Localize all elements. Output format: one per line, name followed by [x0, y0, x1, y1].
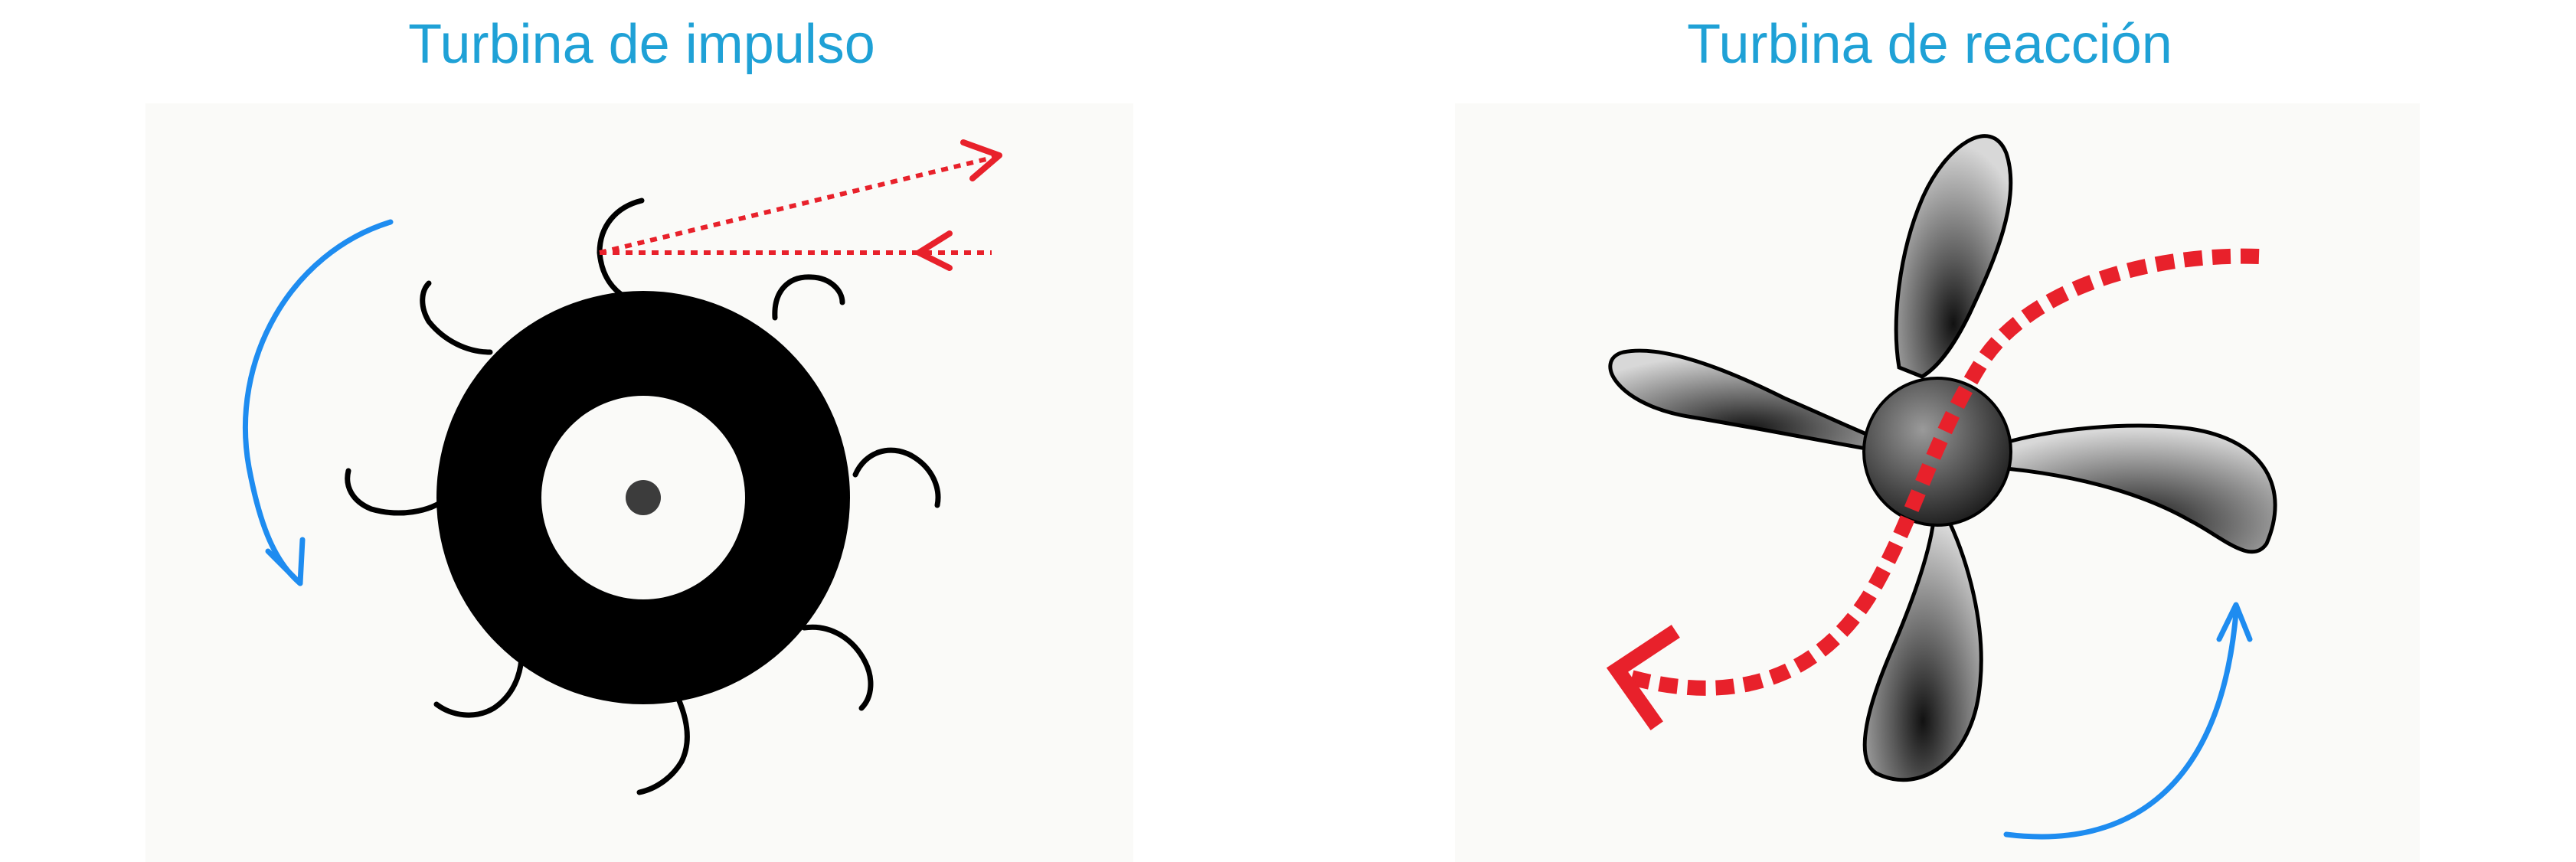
impulse-wheel-axle: [626, 480, 661, 515]
blade-bottom: [1862, 510, 1983, 782]
reaction-turbine-icon: [1606, 134, 2277, 840]
bucket-3: [852, 447, 941, 508]
outgoing-jet-line: [599, 155, 996, 255]
bucket-4: [801, 624, 874, 711]
impulse-turbine-icon: [243, 139, 1002, 795]
impulse-rotation-arrow: [243, 219, 394, 586]
impulse-jet-arrowheads: [916, 139, 1002, 271]
bucket-8: [420, 280, 493, 355]
bucket-5: [636, 686, 690, 795]
bucket-2: [772, 274, 845, 321]
turbine-diagrams: [243, 134, 2277, 840]
impulse-jet-arrows: [599, 155, 996, 255]
blade-right: [1997, 423, 2277, 554]
bucket-7: [345, 468, 451, 516]
reaction-rotation-arrow: [2003, 602, 2253, 840]
blade-left: [1608, 348, 1886, 454]
